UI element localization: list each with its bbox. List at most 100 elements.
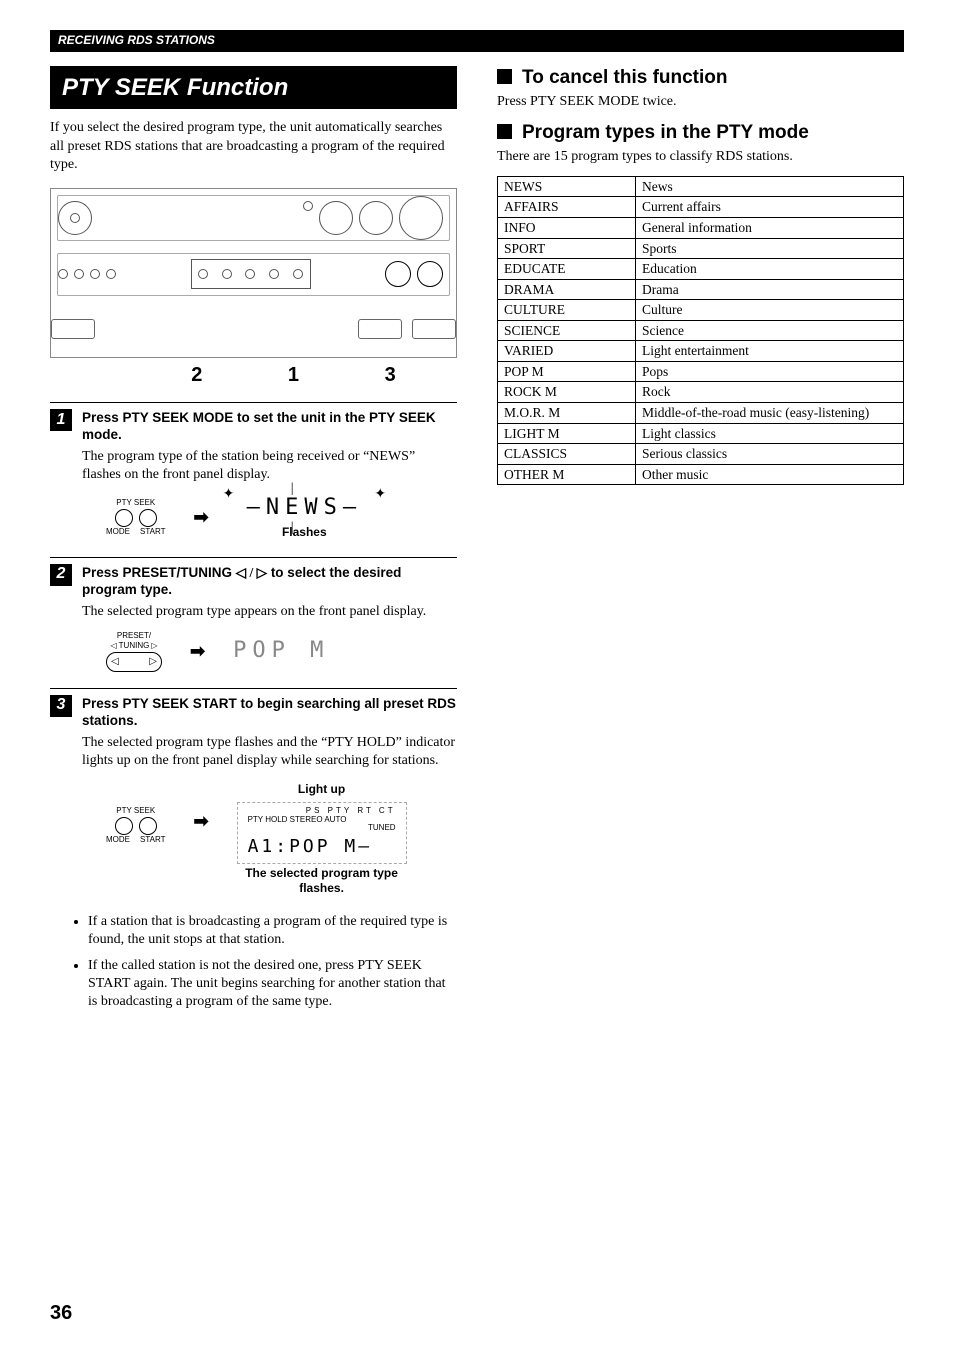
indicator-text: TUNED: [248, 824, 396, 833]
step-3-desc: The selected program type flashes and th…: [82, 734, 457, 770]
pty-code-cell: POP M: [498, 361, 636, 382]
pty-seek-buttons-icon: PTY SEEK MODE START: [106, 806, 165, 845]
page-title: PTY SEEK Function: [50, 66, 457, 109]
pty-desc-cell: General information: [636, 218, 904, 239]
step-1-title: Press PTY SEEK MODE to set the unit in t…: [82, 409, 457, 444]
step-3: 3 Press PTY SEEK START to begin searchin…: [50, 688, 457, 903]
lcd-text: POP M: [233, 637, 329, 666]
pty-desc-cell: Pops: [636, 361, 904, 382]
button-icon: [412, 319, 456, 339]
pty-desc-cell: Science: [636, 320, 904, 341]
arrow-right-icon: ➡: [193, 810, 208, 833]
table-row: CULTURECulture: [498, 300, 904, 321]
cancel-desc: Press PTY SEEK MODE twice.: [497, 93, 904, 111]
pty-desc-cell: Serious classics: [636, 444, 904, 465]
cancel-heading: To cancel this function: [497, 66, 904, 91]
knob-icon: [359, 201, 393, 235]
step-3-title: Press PTY SEEK START to begin searching …: [82, 695, 457, 730]
table-row: LIGHT MLight classics: [498, 423, 904, 444]
button-icon: [358, 319, 402, 339]
pty-desc-cell: Drama: [636, 279, 904, 300]
step-number-badge: 2: [50, 564, 72, 586]
knob-icon: [385, 261, 411, 287]
pty-code-cell: NEWS: [498, 176, 636, 197]
step-1-desc: The program type of the station being re…: [82, 448, 457, 484]
pty-desc-cell: Other music: [636, 464, 904, 485]
button-icon: [106, 269, 116, 279]
step-2: 2 Press PRESET/TUNING ◁ / ▷ to select th…: [50, 557, 457, 678]
pty-desc-cell: Light entertainment: [636, 341, 904, 362]
table-row: CLASSICSSerious classics: [498, 444, 904, 465]
flash-caption: Flashes: [237, 525, 372, 541]
step-1: 1 Press PTY SEEK MODE to set the unit in…: [50, 402, 457, 547]
button-icon: [51, 319, 95, 339]
step-number-badge: 3: [50, 695, 72, 717]
pty-desc-cell: Middle-of-the-road music (easy-listening…: [636, 402, 904, 423]
pty-code-cell: SCIENCE: [498, 320, 636, 341]
table-row: SPORTSports: [498, 238, 904, 259]
knob-icon: [319, 201, 353, 235]
pty-code-cell: VARIED: [498, 341, 636, 362]
left-column: PTY SEEK Function If you select the desi…: [50, 66, 457, 1019]
square-bullet-icon: [497, 124, 512, 139]
table-row: AFFAIRSCurrent affairs: [498, 197, 904, 218]
pty-code-cell: INFO: [498, 218, 636, 239]
pty-types-table: NEWSNewsAFFAIRSCurrent affairsINFOGenera…: [497, 176, 904, 485]
pty-desc-cell: Rock: [636, 382, 904, 403]
table-row: OTHER MOther music: [498, 464, 904, 485]
pty-code-cell: M.O.R. M: [498, 402, 636, 423]
pty-code-cell: OTHER M: [498, 464, 636, 485]
pty-code-cell: DRAMA: [498, 279, 636, 300]
lcd-text: A1:POP M: [248, 836, 359, 857]
button-icon: [74, 269, 84, 279]
step-2-title: Press PRESET/TUNING ◁ / ▷ to select the …: [82, 564, 457, 599]
square-bullet-icon: [497, 69, 512, 84]
pty-types-heading: Program types in the PTY mode: [497, 121, 904, 146]
button-label: MODE: [106, 527, 130, 537]
two-column-layout: PTY SEEK Function If you select the desi…: [50, 66, 904, 1019]
pty-code-cell: SPORT: [498, 238, 636, 259]
flash-caption: The selected program type flashes.: [237, 866, 407, 897]
pty-code-cell: AFFAIRS: [498, 197, 636, 218]
volume-knob-icon: [399, 196, 443, 240]
pty-desc-cell: News: [636, 176, 904, 197]
table-row: ROCK MRock: [498, 382, 904, 403]
table-row: EDUCATEEducation: [498, 259, 904, 280]
button-label: PRESET/: [117, 631, 151, 641]
pty-desc-cell: Culture: [636, 300, 904, 321]
button-icon: [90, 269, 100, 279]
step-number-badge: 1: [50, 409, 72, 431]
knob-icon: [303, 201, 313, 211]
header-bar: RECEIVING RDS STATIONS: [50, 30, 904, 52]
display-illustration: ✦ ✦ —NEWS— | | Flashes: [237, 494, 372, 540]
button-label: PTY SEEK: [116, 806, 155, 816]
arrow-right-icon: ➡: [193, 506, 208, 529]
header-section-label: RECEIVING RDS STATIONS: [58, 33, 215, 47]
list-item: If a station that is broadcasting a prog…: [88, 913, 457, 949]
page-number: 36: [50, 1300, 72, 1326]
notes-list: If a station that is broadcasting a prog…: [72, 913, 457, 1012]
preset-tuning-icon: PRESET/ ◁TUNING▷: [106, 631, 162, 672]
table-row: NEWSNews: [498, 176, 904, 197]
right-column: To cancel this function Press PTY SEEK M…: [497, 66, 904, 1019]
pty-seek-buttons-icon: PTY SEEK MODE START: [106, 498, 165, 537]
pty-code-cell: CLASSICS: [498, 444, 636, 465]
knob-icon: [58, 201, 92, 235]
arrow-right-icon: ➡: [190, 640, 205, 663]
pty-types-desc: There are 15 program types to classify R…: [497, 148, 904, 166]
table-row: DRAMADrama: [498, 279, 904, 300]
button-label: TUNING: [119, 641, 150, 651]
button-label: PTY SEEK: [116, 498, 155, 508]
button-label: MODE: [106, 835, 130, 845]
device-illustration: [50, 188, 457, 358]
button-icon: [58, 269, 68, 279]
lightup-caption: Light up: [237, 782, 407, 798]
pty-code-cell: LIGHT M: [498, 423, 636, 444]
pty-desc-cell: Education: [636, 259, 904, 280]
intro-paragraph: If you select the desired program type, …: [50, 119, 457, 174]
table-row: M.O.R. MMiddle-of-the-road music (easy-l…: [498, 402, 904, 423]
knob-icon: [417, 261, 443, 287]
display-illustration: Light up PS PTY RT CT PTY HOLD STEREO AU…: [237, 780, 407, 897]
table-row: INFOGeneral information: [498, 218, 904, 239]
button-label: START: [140, 527, 165, 537]
